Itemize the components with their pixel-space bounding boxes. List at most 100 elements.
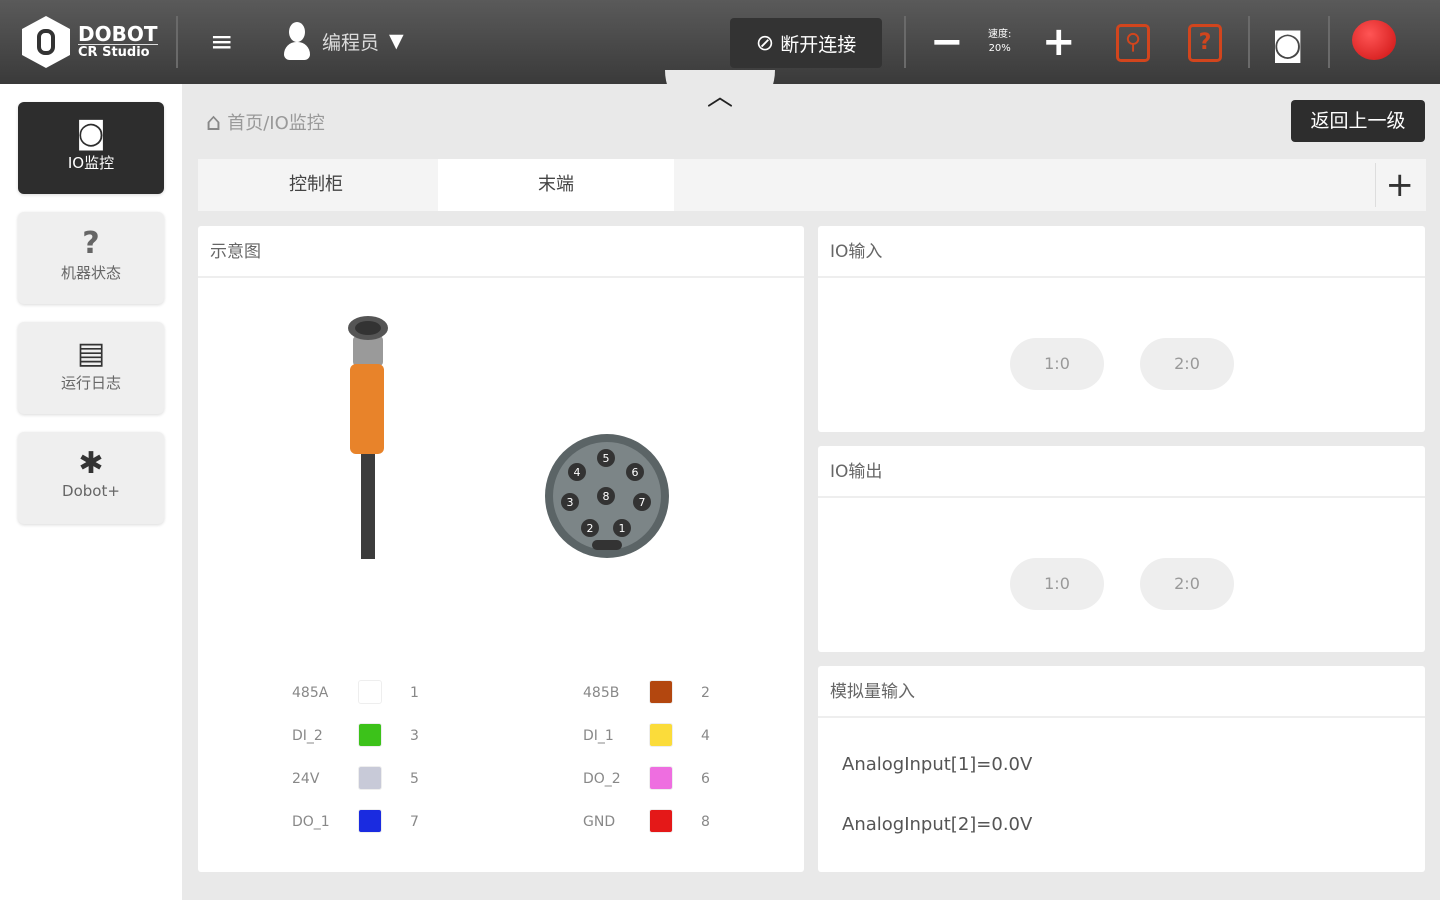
panel-title: 示意图 [198,226,804,278]
back-button[interactable]: 返回上一级 [1291,100,1425,142]
pin-color-swatch [649,809,673,833]
pin-row: 24V 5 [292,766,472,796]
collapse-toolbar-button[interactable]: ︿ [665,70,775,124]
sidebar-item-label: Dobot+ [62,482,120,500]
help-icon[interactable]: ? [1188,24,1222,62]
pin-number: 2 [701,685,710,701]
io-input-panel: IO输入 1:0 2:0 [818,226,1425,432]
panel-title: IO输入 [818,226,1425,278]
svg-text:1: 1 [619,522,626,535]
breadcrumb: ⌂ 首页/IO监控 [206,108,325,136]
log-icon: ▤ [76,336,106,371]
question-icon: ? [82,226,100,261]
sidebar-item-label: 运行日志 [60,374,121,392]
divider [904,16,906,68]
analog-input-panel: 模拟量输入 AnalogInput[1]=0.0V AnalogInput[2]… [818,666,1425,872]
disconnect-label: 断开连接 [780,33,857,56]
pin-row: DO_2 6 [583,766,763,796]
io-input-1[interactable]: 1:0 [1010,338,1104,390]
sidebar-item-io-monitor[interactable]: ◙ IO监控 [18,102,164,194]
io-output-panel: IO输出 1:0 2:0 [818,446,1425,652]
pin-color-swatch [358,723,382,747]
pin-row: 485B 2 [583,680,763,710]
svg-text:5: 5 [603,452,610,465]
io-output-2[interactable]: 2:0 [1140,558,1234,610]
panel-title: IO输出 [818,446,1425,498]
pin-row: DI_2 3 [292,723,472,753]
io-monitor-icon[interactable]: ◙ [1272,24,1303,64]
pin-name: DO_2 [583,771,621,787]
user-manual-icon[interactable]: ⚲ [1116,24,1150,62]
sidebar-item-dobot-plus[interactable]: ✱ Dobot+ [18,432,164,524]
svg-text:4: 4 [574,466,581,479]
divider [176,16,178,68]
pin-name: GND [583,814,616,830]
user-role-dropdown[interactable]: 编程员 ▼ [282,22,404,60]
speed-readout: 速度: 20% [988,28,1011,56]
puzzle-icon: ✱ [78,446,104,481]
connector-pinout-image: 5 4 6 3 8 7 2 1 [545,434,669,558]
caret-down-icon: ▼ [389,30,404,52]
pin-color-swatch [649,723,673,747]
dobot-logo-icon [22,16,70,68]
analog-input-value: AnalogInput[2]=0.0V [842,814,1033,835]
svg-text:3: 3 [567,496,574,509]
pin-number: 1 [410,685,419,701]
svg-text:6: 6 [632,466,639,479]
pin-name: 485B [583,685,620,701]
pin-row: DO_1 7 [292,809,472,839]
pin-color-swatch [358,766,382,790]
menu-icon[interactable]: ≡ [210,28,240,56]
pin-number: 3 [410,728,419,744]
speed-increase-button[interactable]: + [1042,22,1076,62]
disconnect-button[interactable]: ⊘ 断开连接 [730,18,882,68]
sidebar-item-robot-status[interactable]: ? 机器状态 [18,212,164,304]
logo-subtitle: CR Studio [78,45,150,60]
sidebar-item-label: 机器状态 [60,264,121,282]
speed-decrease-button[interactable]: − [930,22,964,62]
divider [1248,16,1250,68]
io-input-2[interactable]: 2:0 [1140,338,1234,390]
pin-color-swatch [649,766,673,790]
analog-input-value: AnalogInput[1]=0.0V [842,754,1033,775]
pin-number: 6 [701,771,710,787]
breadcrumb-text: 首页/IO监控 [227,113,325,134]
sidebar-item-run-log[interactable]: ▤ 运行日志 [18,322,164,414]
pin-name: DI_1 [583,728,614,744]
pin-name: 24V [292,771,320,787]
sidebar: ◙ IO监控 ? 机器状态 ▤ 运行日志 ✱ Dobot+ [0,84,182,900]
logo: DOBOT CR Studio [22,16,158,68]
pin-number: 5 [410,771,419,787]
speed-label: 速度: [988,29,1012,40]
tab-end-effector[interactable]: 末端 [438,159,674,211]
io-monitor-icon: ◙ [76,116,106,151]
pin-color-swatch [358,680,382,704]
pin-color-swatch [358,809,382,833]
pin-number: 4 [701,728,710,744]
emergency-stop-button[interactable] [1352,20,1396,60]
pin-name: DI_2 [292,728,323,744]
panel-title: 模拟量输入 [818,666,1425,718]
divider [1328,16,1330,68]
link-icon: ⊘ [755,30,775,56]
pin-number: 7 [410,814,419,830]
sidebar-item-label: IO监控 [67,154,115,172]
pin-name: 485A [292,685,329,701]
logo-title: DOBOT [78,22,158,46]
speed-value: 20% [988,43,1011,54]
pin-number: 8 [701,814,710,830]
pin-row: 485A 1 [292,680,472,710]
io-output-1[interactable]: 1:0 [1010,558,1104,610]
svg-text:2: 2 [587,522,594,535]
home-icon[interactable]: ⌂ [206,108,221,136]
diagram-panel: 示意图 5 4 6 3 8 7 2 1 485A 1 DI_2 3 24V 5 DO_1 7 485B… [198,226,804,872]
pin-row: GND 8 [583,809,763,839]
pin-name: DO_1 [292,814,330,830]
pin-color-swatch [649,680,673,704]
user-role-label: 编程员 [322,31,380,54]
add-tab-button[interactable]: + [1374,163,1414,207]
pin-row: DI_1 4 [583,723,763,753]
tab-control-cabinet[interactable]: 控制柜 [198,159,434,211]
cable-connector-image [348,316,388,559]
svg-text:8: 8 [603,490,610,503]
